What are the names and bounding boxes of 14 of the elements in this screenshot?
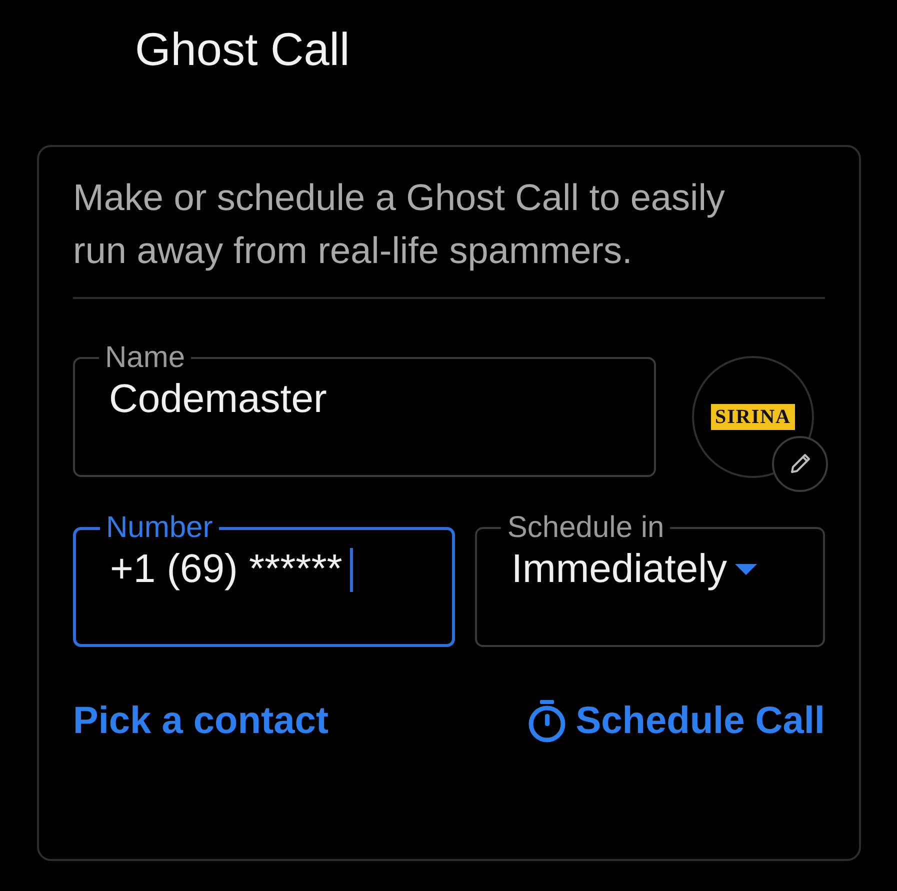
logo-text: SIRINA — [710, 404, 796, 430]
field-value: +1 (69) ****** — [110, 547, 342, 592]
description-text: Make or schedule a Ghost Call to easily run away from real-life spammers. — [73, 176, 726, 273]
field-label: Schedule in — [506, 511, 666, 545]
schedule-call-button[interactable]: Schedule Call — [526, 699, 825, 743]
field-label: Number — [105, 511, 214, 545]
dropdown-value: Immediately — [511, 547, 728, 592]
pick-contact-link[interactable]: Pick a contact — [73, 700, 329, 742]
pencil-icon — [788, 452, 812, 476]
field-value: Codemaster — [109, 377, 327, 422]
text-cursor — [350, 548, 354, 592]
dropdown-arrow-icon — [735, 564, 758, 576]
field-label: Name — [104, 341, 186, 375]
page-title: Ghost Call — [135, 22, 351, 77]
